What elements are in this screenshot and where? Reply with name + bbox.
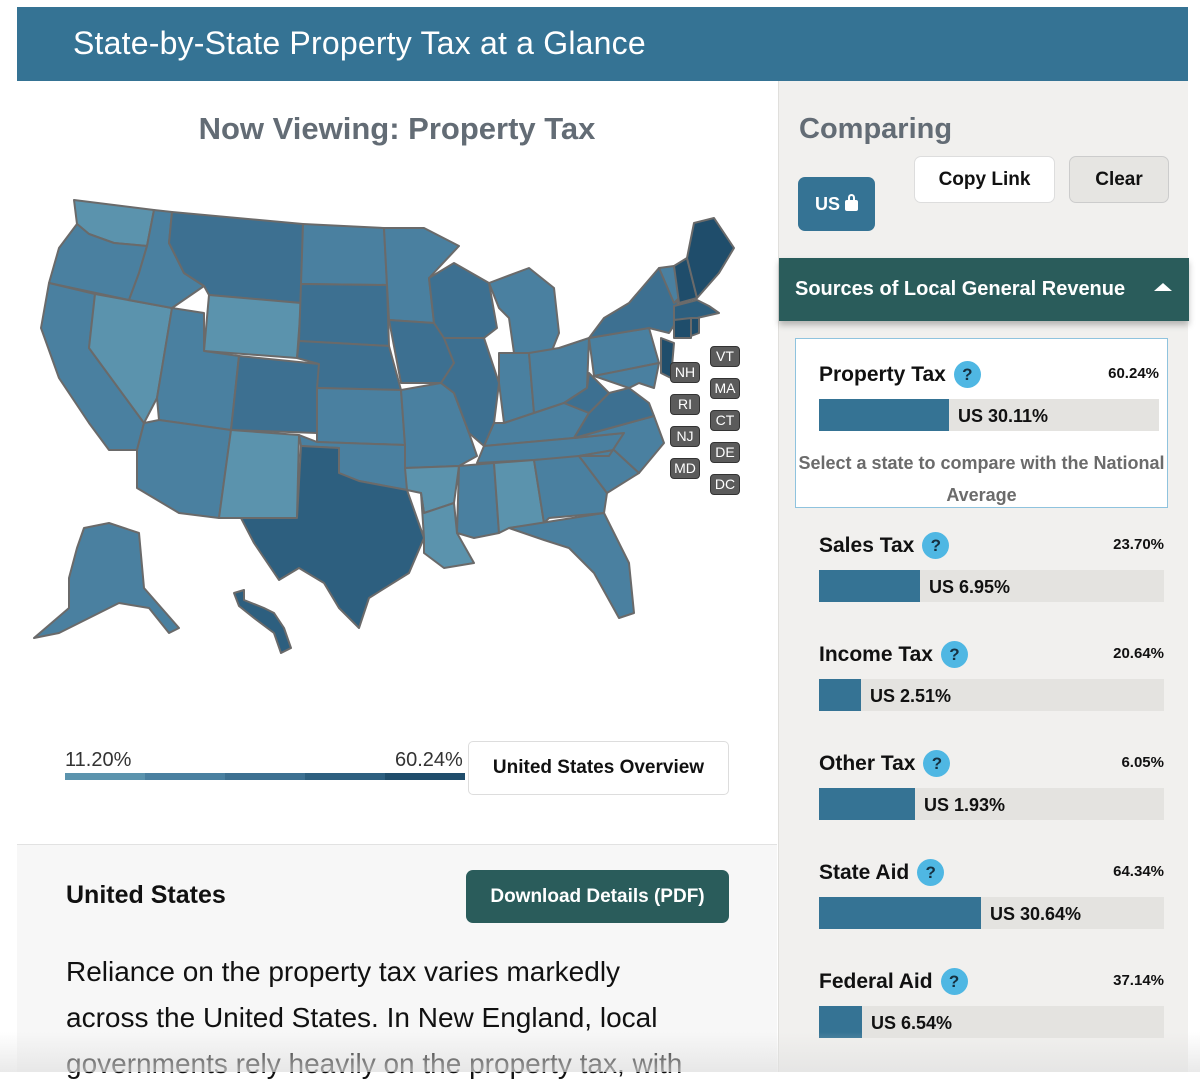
state-ri[interactable] [690,317,700,337]
metric-label: Federal Aid [819,970,933,993]
state-button-dc[interactable]: DC [710,474,740,495]
metric-label: Sales Tax [819,534,915,557]
legend-max-label: 60.24% [395,749,463,771]
clear-button[interactable]: Clear [1069,156,1169,203]
state-nd[interactable] [300,223,388,286]
legend-min-label: 11.20% [65,749,132,771]
legend-color-scale [65,773,465,780]
state-ct[interactable] [673,317,692,339]
state-wi[interactable] [428,262,498,339]
revenue-section-toggle[interactable]: Sources of Local General Revenue [779,258,1189,321]
lock-icon [845,194,858,211]
state-button-nh[interactable]: NH [670,362,700,383]
state-button-ma[interactable]: MA [710,378,740,399]
metric-bar-track: US 6.95% [819,570,1164,602]
metric-bar-track: US 30.11% [819,399,1159,431]
metric-us-value: US 1.93% [924,795,1006,815]
page-title: State-by-State Property Tax at a Glance [73,25,646,61]
state-button-nj[interactable]: NJ [670,426,700,447]
metric-name: Property Tax? [819,361,981,388]
metric-us-value: US 30.64% [990,904,1082,924]
state-hi[interactable] [233,589,292,654]
state-me[interactable] [686,217,735,299]
metric-max-value: 60.24% [1108,365,1159,382]
legend-swatch [225,773,305,780]
copy-link-button[interactable]: Copy Link [914,156,1055,203]
state-mi[interactable] [488,267,560,359]
page-header: State-by-State Property Tax at a Glance [17,7,1188,81]
metric-label: Income Tax [819,643,933,666]
state-nm[interactable] [218,429,300,519]
state-ms[interactable] [456,462,500,539]
metric-us-value: US 6.54% [871,1013,953,1033]
help-icon[interactable]: ? [953,361,981,388]
us-chip-label: US [814,194,840,214]
state-fl[interactable] [508,512,635,619]
metric-bar-fill [819,679,861,711]
metric-name: Income Tax? [819,641,968,668]
info-text: Reliance on the property tax varies mark… [66,956,683,1079]
metric-us-value: US 2.51% [870,686,952,706]
metric-label: State Aid [819,861,910,884]
metric-bar-fill [819,897,981,929]
state-co[interactable] [230,355,320,434]
metric-max-value: 6.05% [1121,754,1164,771]
metric-max-value: 64.34% [1113,863,1164,880]
metric-bar-fill [819,1006,862,1038]
help-icon[interactable]: ? [922,532,950,559]
legend-swatch [385,773,465,780]
state-ks[interactable] [316,387,406,446]
state-button-ct[interactable]: CT [710,410,740,431]
state-button-ri[interactable]: RI [670,394,700,415]
download-pdf-button[interactable]: Download Details (PDF) [466,870,729,923]
state-button-vt[interactable]: VT [710,346,740,367]
metric-label: Property Tax [819,363,946,386]
metric-name: Sales Tax? [819,532,950,559]
us-overview-button[interactable]: United States Overview [468,741,729,795]
metric-bar-track: US 1.93% [819,788,1164,820]
info-title: United States [66,881,226,909]
metric-max-value: 23.70% [1113,536,1164,553]
now-viewing-title: Now Viewing: Property Tax [198,111,596,146]
state-in[interactable] [498,352,535,424]
metric-bar-fill [819,788,915,820]
state-button-md[interactable]: MD [670,458,700,479]
metric-us-value: US 30.11% [958,406,1049,426]
legend-swatch [65,773,145,780]
metric-bar-fill [819,399,949,431]
metric-bar-track: US 6.54% [819,1006,1164,1038]
metric-label: Other Tax [819,752,916,775]
comparing-heading: Comparing [799,113,953,145]
help-icon[interactable]: ? [917,859,945,886]
metric-us-value: US 6.95% [929,577,1011,597]
caret-up-icon [1154,283,1172,291]
metric-bar-track: US 2.51% [819,679,1164,711]
comparison-sidebar: Comparing US Copy Link Clear Sources of … [778,81,1189,1072]
metric-name: Other Tax? [819,750,951,777]
us-map [33,199,735,654]
state-button-de[interactable]: DE [710,442,740,463]
state-ak[interactable] [33,522,180,639]
help-icon[interactable]: ? [940,641,968,668]
section-title: Sources of Local General Revenue [795,278,1126,300]
metric-bar-track: US 30.64% [819,897,1164,929]
help-icon[interactable]: ? [940,968,968,995]
legend-swatch [145,773,225,780]
state-sd[interactable] [298,283,390,347]
metric-name: State Aid? [819,859,945,886]
metric-max-value: 37.14% [1113,972,1164,989]
state-az[interactable] [136,419,232,519]
info-panel: United States Download Details (PDF) Rel… [17,844,777,1079]
select-state-hint: Select a state to compare with the Natio… [798,453,1165,505]
metric-max-value: 20.64% [1113,645,1164,662]
legend-swatch [305,773,385,780]
us-chip[interactable]: US [798,177,875,231]
main-panel: Now Viewing: Property Tax VT NH MA RI CT NJ DE… [17,81,777,1079]
state-wy[interactable] [203,294,302,359]
help-icon[interactable]: ? [923,750,951,777]
metric-bar-fill [819,570,920,602]
metric-name: Federal Aid? [819,968,968,995]
